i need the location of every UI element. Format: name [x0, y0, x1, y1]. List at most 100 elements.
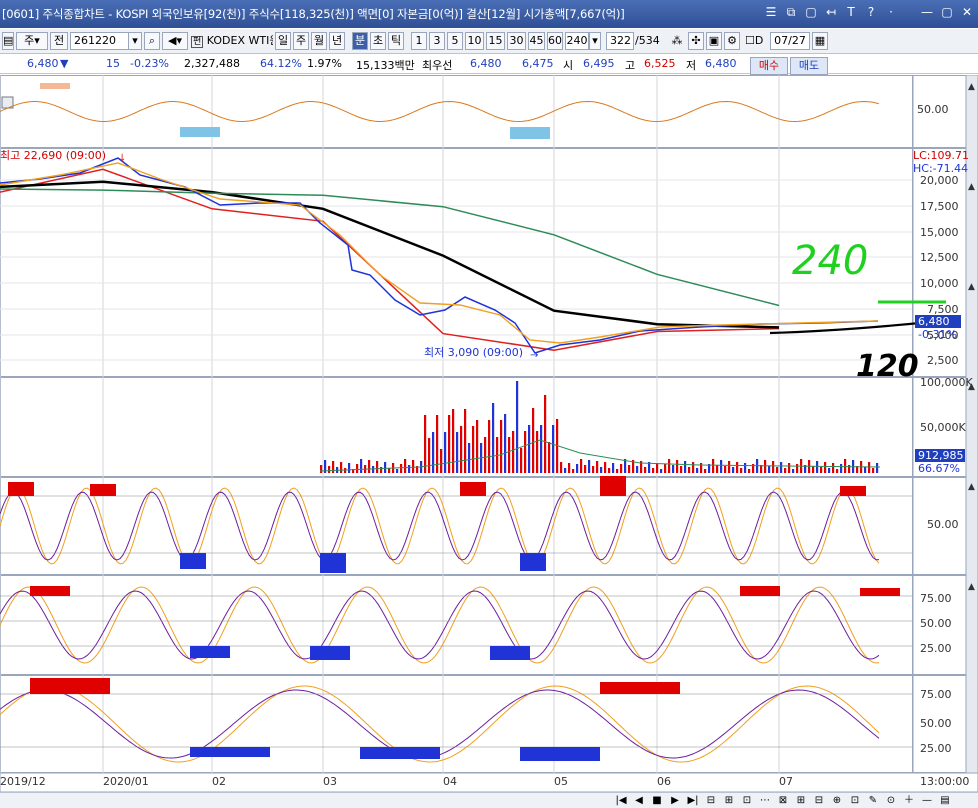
interval-10[interactable]: 10 — [465, 32, 484, 50]
volume-bar — [440, 449, 443, 473]
period-tick[interactable]: 틱 — [388, 32, 404, 50]
chart-area[interactable]: ▲ ▲ ▲ ▲ ▲ ▲ ↓ → 최고 22,690 (09:00) 최저 3,090 (09… — [0, 75, 978, 792]
chevron-down-icon[interactable]: ▾ — [128, 32, 142, 50]
interval-60[interactable]: 60 — [547, 32, 563, 50]
close-icon[interactable]: ✕ — [960, 5, 974, 19]
period-year[interactable]: 년 — [329, 32, 345, 50]
oscillator-fill — [8, 482, 34, 496]
down-arrow-icon: ▼ — [60, 57, 69, 70]
chart-canvas[interactable]: ▲▲▲▲▲▲ ↓→ 최고 22,690 (09:00) 최저 3,090 (09… — [0, 75, 978, 792]
date-input[interactable]: 07/27 — [770, 32, 810, 50]
mode-select[interactable]: 주▾ — [16, 32, 48, 50]
period-second[interactable]: 초 — [370, 32, 386, 50]
volume-bar — [780, 462, 783, 473]
volume-bar — [608, 468, 611, 473]
volume-bar — [520, 448, 523, 473]
interval-5[interactable]: 5 — [447, 32, 463, 50]
oscillator-fill — [310, 646, 350, 660]
volume-bar — [464, 409, 467, 473]
help-icon[interactable]: ? — [864, 5, 878, 19]
period-minute[interactable]: 분 — [352, 32, 368, 50]
status-tool-icon[interactable]: ▤ — [938, 794, 952, 807]
volume-bar — [760, 465, 763, 473]
save-icon[interactable]: ▣ — [706, 32, 722, 50]
interval-45[interactable]: 45 — [528, 32, 545, 50]
volume-bar — [584, 465, 587, 473]
volume-bar — [524, 431, 527, 473]
volume-bar — [832, 463, 835, 473]
oscillator-fill — [180, 127, 220, 137]
quote-bar: 6,480 ▼ 15 -0.23% 2,327,488 64.12% 1.97%… — [0, 55, 978, 75]
status-tool-icon[interactable]: ⊡ — [740, 794, 754, 807]
volume-bar — [528, 425, 531, 473]
minimize-icon[interactable]: — — [920, 5, 934, 19]
volume-tick: 100,000K — [920, 376, 973, 389]
x-axis-label: 05 — [554, 775, 568, 788]
restore-group-icon[interactable]: ⧉ — [784, 5, 798, 19]
volume-bar — [864, 467, 867, 473]
volume-bar — [796, 464, 799, 473]
current-price: 6,480 — [27, 57, 59, 70]
date-checkbox[interactable]: ☐D — [744, 32, 770, 50]
link-icon[interactable]: ↤ — [824, 5, 838, 19]
maximize-icon[interactable]: ▢ — [940, 5, 954, 19]
status-tool-icon[interactable]: — — [920, 794, 934, 807]
status-tool-icon[interactable]: ✎ — [866, 794, 880, 807]
menu-icon[interactable]: ☰ — [764, 5, 778, 19]
volume-bar — [384, 462, 387, 473]
status-tool-icon[interactable]: ▶ — [668, 794, 682, 807]
oscillator-fill — [90, 484, 116, 496]
price-pct: -0.31% — [918, 328, 957, 341]
volume-bar — [876, 463, 879, 473]
chevron-down-icon[interactable]: ▾ — [589, 32, 601, 50]
sell-button[interactable]: 매도 — [790, 57, 828, 75]
config-icon[interactable]: ▤ — [2, 32, 14, 50]
status-tool-icon[interactable]: ▶| — [686, 794, 700, 807]
oscillator-fill — [600, 476, 626, 496]
volume-bar — [536, 431, 539, 473]
volume-bar — [540, 425, 543, 473]
status-tool-icon[interactable]: ⊞ — [794, 794, 808, 807]
prev-button[interactable]: 전 — [50, 32, 68, 50]
status-tool-icon[interactable]: ■ — [650, 794, 664, 807]
interval-1[interactable]: 1 — [411, 32, 427, 50]
high-value: 6,525 — [644, 57, 676, 70]
status-tool-icon[interactable]: ◀ — [632, 794, 646, 807]
volume-bar — [792, 469, 795, 473]
status-tool-icon[interactable]: ⊞ — [722, 794, 736, 807]
period-day[interactable]: 일 — [275, 32, 291, 50]
tool-icon[interactable]: ⁂ — [668, 32, 686, 50]
search-icon[interactable]: ⌕ — [144, 32, 160, 50]
status-tool-icon[interactable]: ⊟ — [704, 794, 718, 807]
interval-input[interactable]: 240 — [565, 32, 589, 50]
interval-15[interactable]: 15 — [486, 32, 505, 50]
status-tool-icon[interactable]: ⋯ — [758, 794, 772, 807]
text-icon[interactable]: T — [844, 5, 858, 19]
count-input[interactable]: 322 — [606, 32, 634, 50]
sound-icon[interactable]: ◀▾ — [162, 32, 188, 50]
status-tool-icon[interactable]: |◀ — [614, 794, 628, 807]
gear-icon[interactable]: ⚙ — [724, 32, 740, 50]
volume-bar — [476, 420, 479, 473]
status-bar: |◀ ◀ ■ ▶ ▶| ⊟ ⊞ ⊡ ⋯ ⊠ ⊞ ⊟ ⊕ ⊡ ✎ ⊙ ＋ — ▤ — [0, 792, 978, 808]
handwritten-120: 120 — [856, 349, 919, 384]
calendar-icon[interactable]: ▦ — [812, 32, 828, 50]
pane-osc3 — [0, 477, 913, 575]
x-axis-label: 02 — [212, 775, 226, 788]
pin-icon[interactable]: ▢ — [804, 5, 818, 19]
status-tool-icon[interactable]: ⊟ — [812, 794, 826, 807]
status-tool-icon[interactable]: ＋ — [902, 794, 916, 807]
status-tool-icon[interactable]: ⊕ — [830, 794, 844, 807]
interval-30[interactable]: 30 — [507, 32, 526, 50]
interval-3[interactable]: 3 — [429, 32, 445, 50]
period-month[interactable]: 월 — [311, 32, 327, 50]
status-tool-icon[interactable]: ⊡ — [848, 794, 862, 807]
volume-bar — [600, 467, 603, 473]
crosshair-icon[interactable]: ✣ — [688, 32, 704, 50]
buy-button[interactable]: 매수 — [750, 57, 788, 75]
status-tool-icon[interactable]: ⊙ — [884, 794, 898, 807]
status-tool-icon[interactable]: ⊠ — [776, 794, 790, 807]
volume-bar — [320, 465, 323, 473]
period-week[interactable]: 주 — [293, 32, 309, 50]
volume-bar — [592, 466, 595, 473]
